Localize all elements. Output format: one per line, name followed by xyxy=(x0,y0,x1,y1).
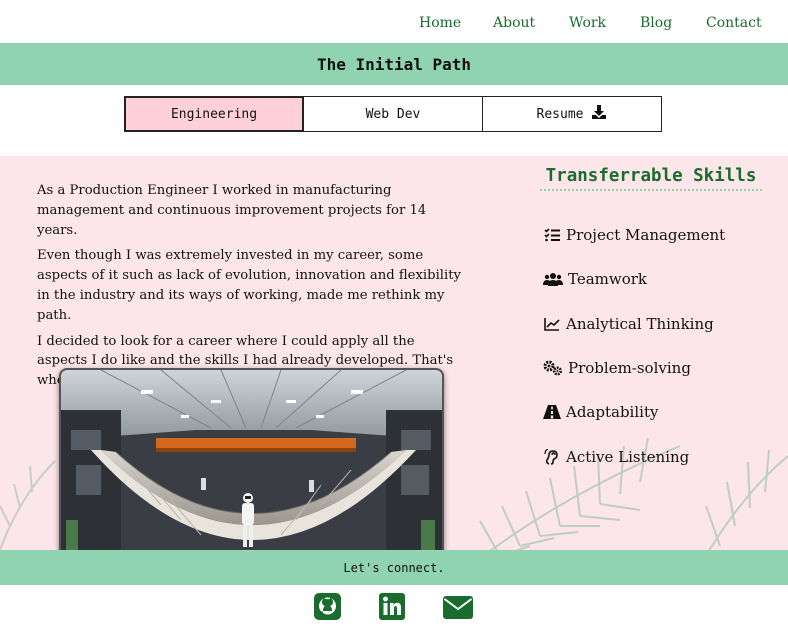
users-icon xyxy=(542,270,564,288)
nav-link-contact[interactable]: Contact xyxy=(706,15,762,31)
skills-list: Project Management Teamwork Analytical T… xyxy=(542,213,782,479)
social-footer xyxy=(0,585,788,631)
nav-link-blog[interactable]: Blog xyxy=(640,15,672,31)
tab-resume[interactable]: Resume xyxy=(482,96,662,132)
nav-link-work[interactable]: Work xyxy=(569,15,606,31)
skill-label: Problem-solving xyxy=(568,359,691,378)
tab-engineering[interactable]: Engineering xyxy=(124,96,304,132)
palm-leaf-decoration-left xyxy=(0,460,56,550)
tab-label: Engineering xyxy=(170,106,258,122)
github-link[interactable] xyxy=(314,593,341,624)
skill-label: Analytical Thinking xyxy=(566,314,714,333)
line-chart-icon xyxy=(542,315,562,333)
linkedin-link[interactable] xyxy=(379,593,405,624)
nav-link-home[interactable]: Home xyxy=(419,15,461,31)
page-title: The Initial Path xyxy=(316,54,472,74)
envelope-icon xyxy=(443,596,473,623)
skill-label: Adaptability xyxy=(566,403,659,422)
story-paragraph: As a Production Engineer I worked in man… xyxy=(37,183,427,238)
task-list-icon xyxy=(542,226,562,244)
download-icon xyxy=(591,104,607,124)
story-text: As a Production Engineer I worked in man… xyxy=(37,181,467,397)
ear-listen-icon xyxy=(542,448,562,466)
main-section: As a Production Engineer I worked in man… xyxy=(0,156,788,550)
skill-label: Active Listening xyxy=(566,447,690,466)
tab-label: Resume xyxy=(536,106,584,122)
tab-bar: Engineering Web Dev Resume xyxy=(124,96,664,132)
skill-label: Project Management xyxy=(566,226,726,245)
skill-item-problem-solving: Problem-solving xyxy=(542,346,782,390)
skill-item-analytical-thinking: Analytical Thinking xyxy=(542,302,782,346)
skill-item-teamwork: Teamwork xyxy=(542,257,782,301)
email-link[interactable] xyxy=(443,596,473,623)
skill-item-adaptability: Adaptability xyxy=(542,390,782,434)
connect-label: Let's connect. xyxy=(343,560,445,575)
top-nav: Home About Work Blog Contact xyxy=(0,0,788,43)
tab-web-dev[interactable]: Web Dev xyxy=(303,96,483,132)
skill-item-active-listening: Active Listening xyxy=(542,434,782,478)
nav-link-about[interactable]: About xyxy=(493,15,535,31)
tab-label: Web Dev xyxy=(365,106,421,122)
github-icon xyxy=(314,593,341,624)
title-bar: The Initial Path xyxy=(0,43,788,85)
skill-label: Teamwork xyxy=(568,270,648,289)
linkedin-icon xyxy=(379,593,405,624)
connect-bar: Let's connect. xyxy=(0,550,788,585)
skill-item-project-management: Project Management xyxy=(542,213,782,257)
story-paragraph: Even though I was extremely invested in … xyxy=(37,248,461,323)
road-icon xyxy=(542,403,562,421)
factory-photo xyxy=(59,368,444,550)
gears-icon xyxy=(542,359,564,377)
skills-title: Transferrable Skills xyxy=(540,166,762,191)
